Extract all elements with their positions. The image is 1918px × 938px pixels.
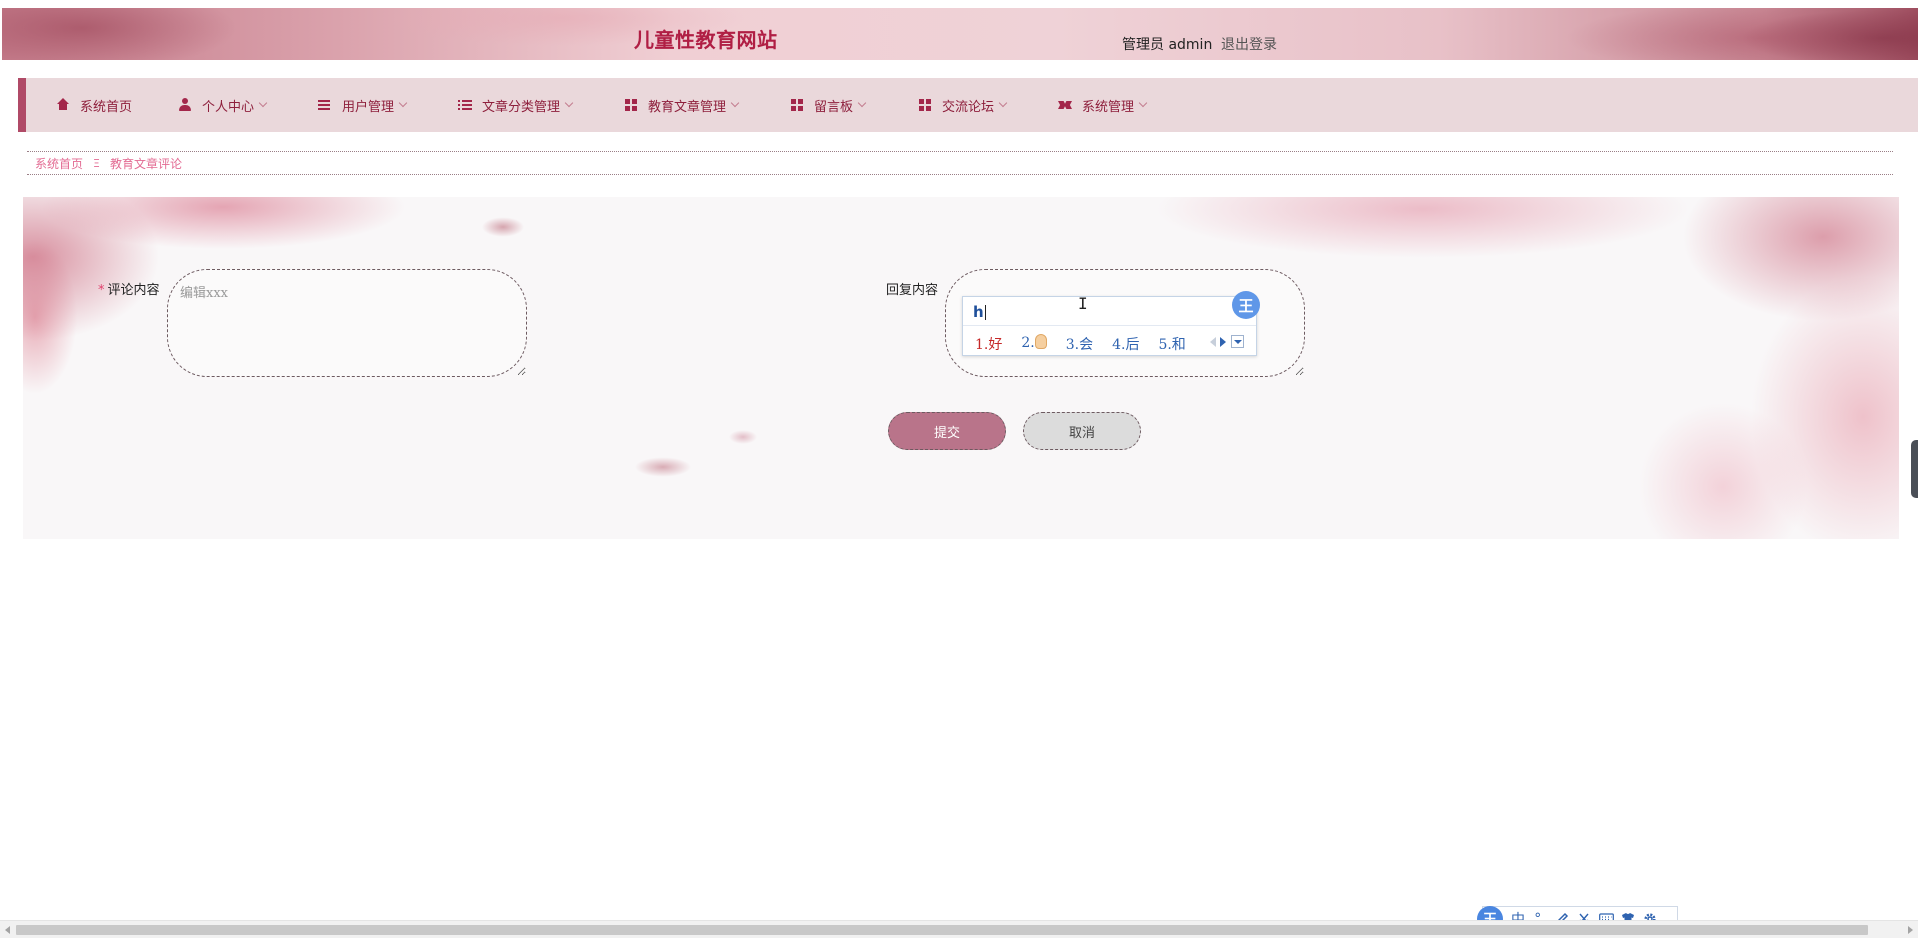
nav-item-home[interactable]: 系统首页	[56, 78, 132, 132]
top-header: 儿童性教育网站 管理员 admin 退出登录	[2, 8, 1918, 60]
scroll-left-icon[interactable]	[5, 926, 10, 934]
nav-item-system-management[interactable]: 系统管理	[1058, 78, 1148, 132]
nav-item-user-management[interactable]: 用户管理	[318, 78, 408, 132]
ime-candidate[interactable]: 4.后	[1112, 334, 1139, 354]
ime-pager	[1208, 335, 1244, 348]
nav-item-label: 文章分类管理	[482, 99, 561, 115]
chevron-down-icon	[564, 98, 574, 107]
submit-button[interactable]: 提交	[888, 412, 1006, 450]
ok-hand-icon	[1034, 334, 1047, 349]
grid-icon	[790, 98, 804, 112]
ime-expand-icon[interactable]	[1231, 335, 1244, 348]
home-icon	[56, 98, 70, 112]
reply-label: 回复内容	[886, 283, 939, 298]
nav-item-label: 系统首页	[80, 99, 133, 115]
chevron-down-icon	[1138, 98, 1148, 107]
ime-candidate[interactable]: 1.好	[975, 334, 1002, 354]
ime-composition: h	[973, 303, 984, 321]
ime-candidates: 1.好 2. 3.会 4.后 5.和	[975, 334, 1205, 354]
nav-item-label: 用户管理	[342, 99, 395, 115]
ime-candidate[interactable]: 5.和	[1158, 334, 1185, 354]
nav-item-personal-center[interactable]: 个人中心	[178, 78, 268, 132]
text-cursor-icon: I	[1078, 294, 1088, 313]
required-mark: *	[98, 283, 105, 298]
ime-candidate[interactable]: 3.会	[1066, 334, 1093, 354]
breadcrumb-home[interactable]: 系统首页	[35, 155, 83, 172]
user-icon	[178, 98, 192, 112]
ime-candidate[interactable]: 2.	[1021, 334, 1047, 354]
horizontal-scrollbar[interactable]	[0, 920, 1918, 938]
bars-icon	[318, 98, 332, 112]
nav-item-label: 留言板	[814, 99, 854, 115]
chevron-down-icon	[730, 98, 740, 107]
main-nav: 系统首页 个人中心 用户管理 文章分类管理 教育文章管理 留言板 交流论坛 系统…	[18, 78, 1918, 132]
grid-icon	[624, 98, 638, 112]
site-title: 儿童性教育网站	[634, 28, 778, 52]
ime-candidate-popup: h 王 1.好 2. 3.会 4.后 5.和	[962, 291, 1260, 356]
nav-item-label: 交流论坛	[942, 99, 995, 115]
comment-label-text: 评论内容	[107, 283, 160, 298]
admin-label: 管理员 admin	[1122, 37, 1213, 53]
nav-item-label: 教育文章管理	[648, 99, 727, 115]
ime-prev-icon[interactable]	[1210, 336, 1216, 347]
side-drawer-handle[interactable]	[1911, 440, 1918, 498]
comment-label: * 评论内容	[98, 279, 160, 298]
chevron-down-icon	[857, 98, 867, 107]
chevron-down-icon	[398, 98, 408, 107]
grid-icon	[918, 98, 932, 112]
breadcrumb-current: 教育文章评论	[109, 156, 182, 171]
cancel-button[interactable]: 取消	[1023, 412, 1141, 450]
scroll-right-icon[interactable]	[1908, 926, 1913, 934]
nav-item-edu-articles[interactable]: 教育文章管理	[624, 78, 740, 132]
chevron-down-icon	[258, 98, 268, 107]
breadcrumb: 系统首页 Ξ 教育文章评论	[27, 151, 1893, 175]
nav-item-label: 个人中心	[202, 99, 255, 115]
breadcrumb-separator: Ξ	[93, 156, 100, 170]
comment-textarea[interactable]	[167, 269, 527, 377]
ime-next-icon[interactable]	[1220, 336, 1226, 347]
nav-item-article-category[interactable]: 文章分类管理	[458, 78, 574, 132]
nav-item-label: 系统管理	[1082, 99, 1135, 115]
ime-divider	[963, 325, 1256, 326]
list-icon	[458, 98, 472, 112]
nav-item-forum[interactable]: 交流论坛	[918, 78, 1008, 132]
scrollbar-thumb[interactable]	[16, 925, 1868, 935]
ticket-icon	[1058, 98, 1072, 112]
chevron-down-icon	[998, 98, 1008, 107]
logout-link[interactable]: 退出登录	[1221, 34, 1277, 54]
ime-logo-icon: 王	[1232, 291, 1260, 319]
nav-item-message-board[interactable]: 留言板	[790, 78, 867, 132]
